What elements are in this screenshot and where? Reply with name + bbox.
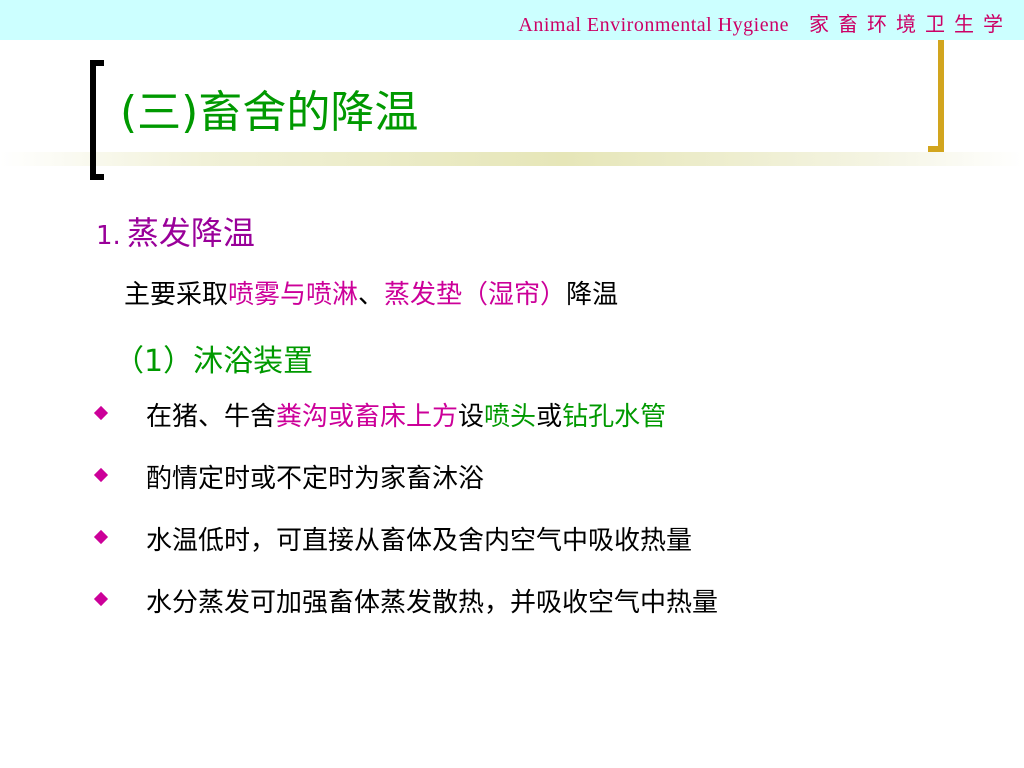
subsection-heading: （1）沐浴装置 bbox=[114, 344, 314, 379]
bullet-text: 水分蒸发可加强畜体蒸发散热，并吸收空气中热量 bbox=[146, 588, 719, 618]
diamond-bullet-icon bbox=[93, 591, 109, 607]
bullet-text: 在猪、牛舍 bbox=[146, 402, 277, 432]
diamond-bullet-icon bbox=[93, 467, 109, 483]
diamond-bullet-icon bbox=[93, 529, 109, 545]
course-header: Animal Environmental Hygiene 家畜环境卫生学 bbox=[518, 8, 1012, 37]
section-heading-text: 蒸发降温 bbox=[126, 214, 255, 252]
bullet-list: 在猪、牛舍粪沟或畜床上方设喷头或钻孔水管 酌情定时或不定时为家畜沐浴 水温低时，… bbox=[92, 396, 718, 644]
course-name-chinese: 家畜环境卫生学 bbox=[809, 14, 1012, 36]
left-bracket-decoration bbox=[90, 60, 104, 180]
bullet-highlight-location: 粪沟或畜床上方 bbox=[276, 402, 459, 432]
intro-text: 降温 bbox=[566, 280, 619, 310]
section-number: 1. bbox=[96, 221, 121, 251]
right-bracket-decoration bbox=[928, 40, 944, 152]
bullet-highlight-nozzle: 喷头 bbox=[484, 402, 537, 432]
bullet-item: 在猪、牛舍粪沟或畜床上方设喷头或钻孔水管 bbox=[92, 396, 718, 458]
slide-title: (三)畜舍的降温 bbox=[120, 87, 419, 138]
bullet-item: 水温低时，可直接从畜体及舍内空气中吸收热量 bbox=[92, 520, 718, 582]
bullet-text: 水温低时，可直接从畜体及舍内空气中吸收热量 bbox=[146, 526, 693, 556]
bullet-text: 或 bbox=[536, 402, 563, 432]
section-intro: 主要采取喷雾与喷淋、蒸发垫（湿帘）降温 bbox=[124, 274, 618, 311]
bullet-text: 酌情定时或不定时为家畜沐浴 bbox=[146, 464, 485, 494]
course-name-english: Animal Environmental Hygiene bbox=[518, 14, 789, 36]
bullet-item: 水分蒸发可加强畜体蒸发散热，并吸收空气中热量 bbox=[92, 582, 718, 644]
section-heading: 1. 蒸发降温 bbox=[96, 208, 255, 254]
intro-highlight-pad: 蒸发垫（湿帘） bbox=[384, 280, 567, 310]
intro-text: 主要采取 bbox=[124, 280, 229, 310]
intro-highlight-spray: 喷雾与喷淋 bbox=[228, 280, 359, 310]
title-underline-stripe bbox=[0, 152, 1024, 166]
intro-text: 、 bbox=[358, 280, 385, 310]
bullet-item: 酌情定时或不定时为家畜沐浴 bbox=[92, 458, 718, 520]
diamond-bullet-icon bbox=[93, 405, 109, 421]
bullet-text: 设 bbox=[458, 402, 485, 432]
bullet-highlight-pipe: 钻孔水管 bbox=[562, 402, 667, 432]
